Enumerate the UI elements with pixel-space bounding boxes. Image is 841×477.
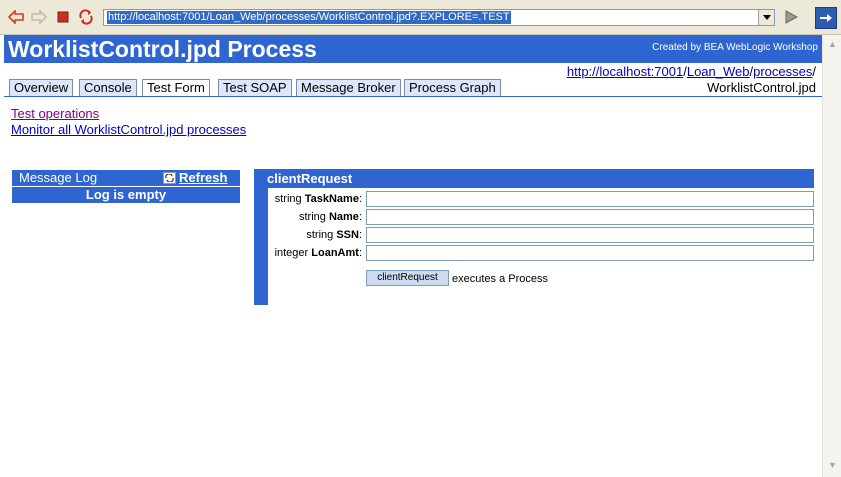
tab-test-form[interactable]: Test Form xyxy=(142,79,210,97)
breadcrumb-separator: / xyxy=(812,64,816,79)
chevron-down-icon[interactable] xyxy=(758,10,774,25)
breadcrumb-file: WorklistControl.jpd xyxy=(707,80,816,95)
credit-text: Created by BEA WebLogic Workshop xyxy=(652,42,818,53)
message-log: Message Log Refresh Log is empty xyxy=(12,170,240,203)
field-row-loanamt: integer LoanAmt: xyxy=(268,245,814,261)
tab-underline xyxy=(4,96,822,97)
taskname-input[interactable] xyxy=(366,191,814,207)
scroll-up-icon[interactable]: ▲ xyxy=(825,36,840,51)
breadcrumb-host-link[interactable]: http://localhost:7001 xyxy=(567,64,683,79)
back-arrow-icon[interactable] xyxy=(7,8,25,26)
tab-process-graph[interactable]: Process Graph xyxy=(404,79,501,96)
field-row-taskname: string TaskName: xyxy=(268,191,814,207)
message-log-header: Message Log Refresh xyxy=(12,170,240,186)
refresh-link[interactable]: Refresh xyxy=(179,170,227,186)
page-title: WorklistControl.jpd Process xyxy=(8,36,317,62)
refresh-icon[interactable] xyxy=(163,172,176,184)
monitor-processes-link[interactable]: Monitor all WorklistControl.jpd processe… xyxy=(11,122,246,138)
message-log-empty: Log is empty xyxy=(12,187,240,203)
operation-links: Test operations Monitor all WorklistCont… xyxy=(11,106,246,138)
message-log-title: Message Log xyxy=(19,170,98,185)
client-request-button[interactable]: clientRequest xyxy=(366,270,449,286)
field-label-taskname: string TaskName: xyxy=(274,193,362,205)
ssn-input[interactable] xyxy=(366,227,814,243)
stop-icon[interactable] xyxy=(54,8,72,26)
test-operations-link[interactable]: Test operations xyxy=(11,106,246,122)
tab-console[interactable]: Console xyxy=(79,79,137,96)
field-row-name: string Name: xyxy=(268,209,814,225)
field-label-loanamt: integer LoanAmt: xyxy=(274,247,362,259)
tab-overview[interactable]: Overview xyxy=(9,79,74,96)
exit-icon[interactable] xyxy=(815,7,837,29)
breadcrumb-webapp-link[interactable]: Loan_Web xyxy=(687,64,750,79)
breadcrumb: http://localhost:7001/Loan_Web/processes… xyxy=(567,64,816,96)
client-request-header: clientRequest xyxy=(254,169,814,188)
vertical-scrollbar[interactable]: ▲ ▼ xyxy=(822,35,841,477)
field-label-name: string Name: xyxy=(299,211,362,223)
refresh-icon[interactable] xyxy=(77,8,95,26)
field-row-ssn: string SSN: xyxy=(268,227,814,243)
browser-toolbar: http://localhost:7001/Loan_Web/processes… xyxy=(0,0,841,35)
address-bar[interactable]: http://localhost:7001/Loan_Web/processes… xyxy=(103,9,775,26)
name-input[interactable] xyxy=(366,209,814,225)
client-request-title: clientRequest xyxy=(267,171,353,186)
client-request-panel: clientRequest string TaskName: string Na… xyxy=(254,169,814,305)
breadcrumb-folder-link[interactable]: processes xyxy=(753,64,812,79)
scroll-down-icon[interactable]: ▼ xyxy=(825,457,840,472)
field-label-ssn: string SSN: xyxy=(306,229,362,241)
tab-test-soap[interactable]: Test SOAP xyxy=(218,79,292,96)
loanamt-input[interactable] xyxy=(366,245,814,261)
panel-side-bar xyxy=(254,188,268,305)
forward-arrow-icon[interactable] xyxy=(30,8,48,26)
submit-note: executes a Process xyxy=(452,273,548,285)
message-log-refresh[interactable]: Refresh xyxy=(163,170,227,186)
page-content: WorklistControl.jpd Process Created by B… xyxy=(4,35,822,477)
url-text[interactable]: http://localhost:7001/Loan_Web/processes… xyxy=(107,11,511,24)
go-icon[interactable] xyxy=(784,10,799,27)
tab-message-broker[interactable]: Message Broker xyxy=(296,79,401,96)
header-banner: WorklistControl.jpd Process Created by B… xyxy=(4,35,822,63)
